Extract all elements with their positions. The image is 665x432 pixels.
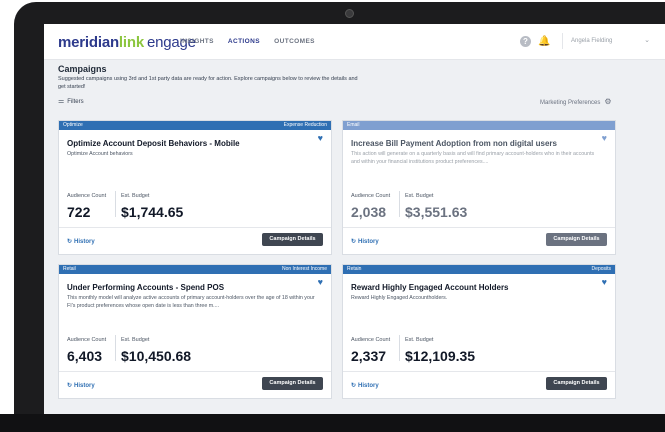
nav-item-outcomes[interactable]: OUTCOMES — [274, 38, 315, 45]
campaign-card: Optimize Expense Reduction ♥ Optimize Ac… — [58, 120, 332, 255]
history-label: History — [74, 383, 95, 389]
app-logo[interactable]: meridianlink engage — [58, 34, 196, 51]
audience-count-label: Audience Count — [67, 193, 107, 199]
marketing-preferences-button[interactable]: Marketing Preferences ⚙ — [540, 97, 612, 106]
user-menu[interactable]: Angela Fielding ⌄ — [562, 33, 652, 49]
campaign-card: Email ♥ Increase Bill Payment Adoption f… — [342, 120, 616, 255]
card-header: Email — [343, 121, 615, 130]
history-label: History — [358, 383, 379, 389]
stat-divider — [399, 191, 400, 217]
est-budget-value: $3,551.63 — [405, 204, 468, 220]
marketing-preferences-label: Marketing Preferences — [540, 100, 601, 106]
card-divider — [59, 227, 331, 228]
history-link[interactable]: ↻ History — [67, 382, 95, 389]
stat-divider — [115, 335, 116, 361]
campaign-details-button[interactable]: Campaign Details — [546, 377, 607, 390]
main-nav: INSIGHTS ACTIONS OUTCOMES — [180, 38, 327, 45]
help-icon[interactable]: ? — [520, 36, 531, 47]
est-budget-value: $12,109.35 — [405, 348, 476, 364]
card-description: This action will generate on a quarterly… — [351, 151, 595, 165]
laptop-frame: meridianlink engage INSIGHTS ACTIONS OUTC… — [0, 0, 665, 432]
nav-item-actions[interactable]: ACTIONS — [228, 38, 260, 45]
bell-icon[interactable]: 🔔 — [538, 36, 550, 47]
nav-item-insights[interactable]: INSIGHTS — [180, 38, 214, 45]
page-description: Suggested campaigns using 3rd and 1st pa… — [58, 76, 358, 90]
history-icon: ↻ — [351, 239, 357, 245]
favorite-heart-icon[interactable]: ♥ — [318, 133, 323, 143]
app-screen: meridianlink engage INSIGHTS ACTIONS OUTC… — [44, 24, 665, 414]
card-title[interactable]: Optimize Account Deposit Behaviors - Mob… — [67, 139, 240, 148]
card-divider — [343, 371, 615, 372]
card-header: Retail Non Interest Income — [59, 265, 331, 274]
campaign-card: Retail Non Interest Income ♥ Under Perfo… — [58, 264, 332, 399]
gear-icon: ⚙ — [604, 97, 612, 106]
est-budget-label: Est. Budget — [121, 193, 150, 199]
logo-text-meridian: meridian — [58, 34, 119, 51]
card-description: Reward Highly Engaged Accountholders. — [351, 295, 448, 301]
card-tag: Expense Reduction — [283, 122, 327, 128]
card-tag: Non Interest Income — [281, 266, 327, 272]
history-label: History — [74, 239, 95, 245]
logo-text-link: link — [118, 34, 144, 51]
card-header: Optimize Expense Reduction — [59, 121, 331, 130]
history-icon: ↻ — [67, 239, 73, 245]
top-bar: meridianlink engage INSIGHTS ACTIONS OUTC… — [44, 24, 665, 60]
filters-button[interactable]: ⚌ Filters — [58, 97, 84, 105]
card-category: Retail — [63, 266, 76, 272]
card-divider — [343, 227, 615, 228]
card-header: Retain Deposits — [343, 265, 615, 274]
filters-label: Filters — [67, 99, 84, 105]
laptop-bottom-bezel — [0, 414, 665, 432]
history-icon: ↻ — [67, 383, 73, 389]
history-link[interactable]: ↻ History — [351, 238, 379, 245]
card-description: This monthly model will analyze active a… — [67, 295, 315, 309]
chevron-down-icon: ⌄ — [644, 37, 650, 44]
history-link[interactable]: ↻ History — [351, 382, 379, 389]
audience-count-label: Audience Count — [351, 193, 391, 199]
card-title[interactable]: Increase Bill Payment Adoption from non … — [351, 139, 557, 148]
audience-count-value: 722 — [67, 204, 91, 220]
card-description: Optimize Account behaviors — [67, 151, 133, 157]
camera-icon — [345, 9, 354, 18]
favorite-heart-icon[interactable]: ♥ — [602, 277, 607, 287]
card-divider — [59, 371, 331, 372]
campaign-card: Retain Deposits ♥ Reward Highly Engaged … — [342, 264, 616, 399]
est-budget-value: $10,450.68 — [121, 348, 192, 364]
history-link[interactable]: ↻ History — [67, 238, 95, 245]
card-title[interactable]: Reward Highly Engaged Account Holders — [351, 283, 509, 292]
audience-count-label: Audience Count — [67, 337, 107, 343]
stat-divider — [399, 335, 400, 361]
campaign-details-button[interactable]: Campaign Details — [262, 233, 323, 246]
card-category: Retain — [347, 266, 362, 272]
audience-count-value: 2,038 — [351, 204, 387, 220]
card-category: Email — [347, 122, 360, 128]
audience-count-label: Audience Count — [351, 337, 391, 343]
filters-icon: ⚌ — [58, 98, 65, 105]
user-name: Angela Fielding — [571, 38, 613, 44]
history-label: History — [358, 239, 379, 245]
stat-divider — [115, 191, 116, 217]
est-budget-label: Est. Budget — [405, 193, 434, 199]
favorite-heart-icon[interactable]: ♥ — [602, 133, 607, 143]
campaign-details-button[interactable]: Campaign Details — [546, 233, 607, 246]
audience-count-value: 2,337 — [351, 348, 387, 364]
audience-count-value: 6,403 — [67, 348, 103, 364]
favorite-heart-icon[interactable]: ♥ — [318, 277, 323, 287]
est-budget-label: Est. Budget — [405, 337, 434, 343]
page-title: Campaigns — [58, 64, 107, 74]
est-budget-value: $1,744.65 — [121, 204, 184, 220]
campaign-details-button[interactable]: Campaign Details — [262, 377, 323, 390]
card-tag: Deposits — [591, 266, 611, 272]
card-category: Optimize — [63, 122, 83, 128]
history-icon: ↻ — [351, 383, 357, 389]
card-title[interactable]: Under Performing Accounts - Spend POS — [67, 283, 224, 292]
est-budget-label: Est. Budget — [121, 337, 150, 343]
